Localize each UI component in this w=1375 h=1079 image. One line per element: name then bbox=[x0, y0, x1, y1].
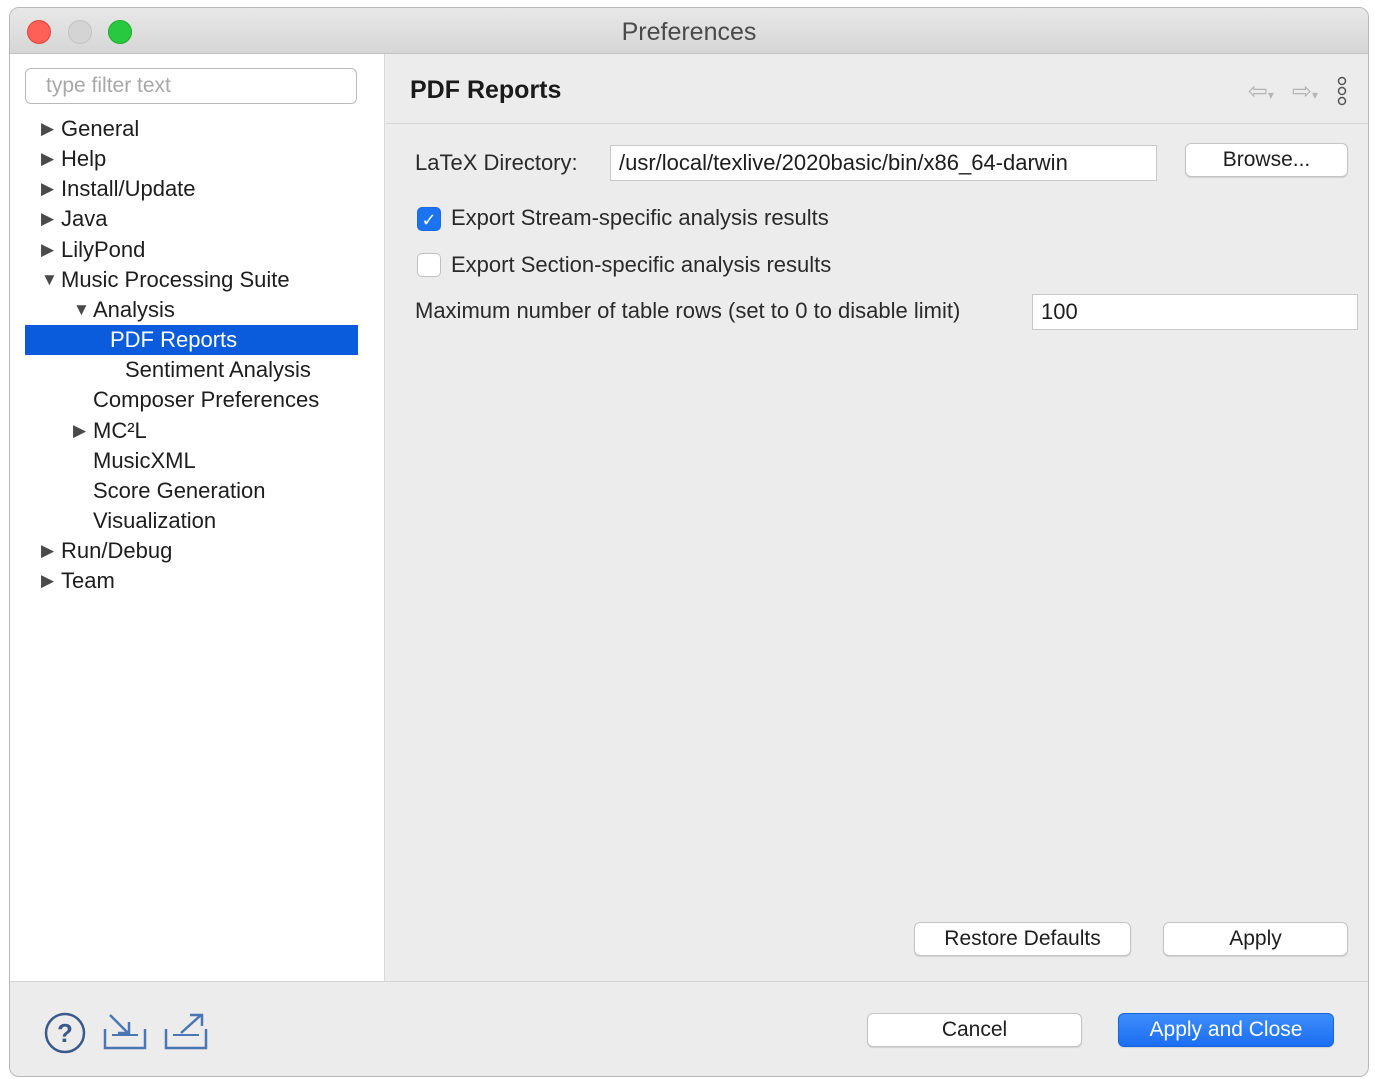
export-stream-checkbox[interactable]: ✓ bbox=[417, 207, 441, 231]
tree-item[interactable]: ▶ LilyPond bbox=[41, 235, 145, 265]
collapsed-arrow-icon[interactable]: ▶ bbox=[41, 204, 61, 234]
collapsed-arrow-icon[interactable]: ▶ bbox=[41, 566, 61, 596]
tree-item-label: MusicXML bbox=[93, 447, 196, 473]
expanded-arrow-icon[interactable]: ▼ bbox=[41, 265, 61, 295]
latex-directory-label: LaTeX Directory: bbox=[415, 150, 578, 175]
export-stream-label[interactable]: Export Stream-specific analysis results bbox=[451, 205, 829, 231]
collapsed-arrow-icon[interactable]: ▶ bbox=[41, 235, 61, 265]
apply-and-close-button[interactable]: Apply and Close bbox=[1118, 1013, 1334, 1047]
filter-input[interactable] bbox=[25, 68, 357, 104]
cancel-button[interactable]: Cancel bbox=[867, 1013, 1082, 1047]
export-section-label[interactable]: Export Section-specific analysis results bbox=[451, 252, 831, 278]
tree-item-label: LilyPond bbox=[61, 236, 146, 262]
tree-item-label: Install/Update bbox=[61, 176, 196, 202]
tree-item-label: Sentiment Analysis bbox=[125, 357, 311, 383]
page-header: PDF Reports ⇦▾ ⇨▾ bbox=[386, 54, 1368, 124]
tree-item[interactable]: ▶ Help bbox=[41, 144, 106, 174]
tree-item[interactable]: ▶ General bbox=[41, 114, 139, 144]
tree-item[interactable]: ▶ MC²L bbox=[73, 416, 147, 446]
tree-item[interactable]: Composer Preferences bbox=[73, 385, 319, 415]
import-icon[interactable] bbox=[102, 1011, 148, 1051]
tree-item[interactable]: ▼ Music Processing Suite bbox=[41, 265, 290, 295]
latex-directory-field[interactable] bbox=[610, 145, 1157, 181]
tree-item-label: MC²L bbox=[93, 417, 147, 443]
tree-item[interactable]: ▶ Run/Debug bbox=[41, 536, 172, 566]
tree-item-label: PDF Reports bbox=[110, 327, 238, 353]
tree-item-label: Analysis bbox=[93, 296, 175, 322]
tree-item-label: Java bbox=[61, 206, 108, 232]
restore-defaults-button[interactable]: Restore Defaults bbox=[914, 922, 1131, 956]
collapsed-arrow-icon[interactable]: ▶ bbox=[41, 536, 61, 566]
tree-item-label: Score Generation bbox=[93, 477, 266, 503]
preferences-window: Preferences ▶General▶Help▶Install/Update… bbox=[9, 7, 1369, 1077]
tree-item[interactable]: ▼ Analysis bbox=[73, 295, 175, 325]
expanded-arrow-icon[interactable]: ▼ bbox=[73, 295, 93, 325]
tree-item-label: Team bbox=[61, 568, 115, 594]
tree-item[interactable]: Visualization bbox=[73, 506, 216, 536]
export-section-checkbox[interactable] bbox=[417, 253, 441, 277]
apply-button[interactable]: Apply bbox=[1163, 922, 1348, 956]
footer-divider-left bbox=[10, 981, 386, 982]
tree-item[interactable]: PDF Reports bbox=[25, 325, 358, 356]
collapsed-arrow-icon[interactable]: ▶ bbox=[41, 144, 61, 174]
title-bar[interactable]: Preferences bbox=[10, 8, 1368, 54]
browse-button[interactable]: Browse... bbox=[1185, 143, 1348, 177]
view-menu-icon[interactable] bbox=[1336, 76, 1348, 106]
collapsed-arrow-icon[interactable]: ▶ bbox=[41, 174, 61, 204]
preferences-tree-pane: ▶General▶Help▶Install/Update▶Java▶LilyPo… bbox=[10, 54, 385, 981]
tree-item-label: Music Processing Suite bbox=[61, 266, 290, 292]
tree-item[interactable]: ▶ Java bbox=[41, 204, 107, 234]
max-rows-field[interactable] bbox=[1032, 294, 1358, 330]
help-icon[interactable]: ? bbox=[43, 1011, 87, 1055]
window-title: Preferences bbox=[621, 18, 757, 46]
tree-item[interactable]: MusicXML bbox=[73, 446, 196, 476]
tree-item[interactable]: ▶ Install/Update bbox=[41, 174, 196, 204]
collapsed-arrow-icon[interactable]: ▶ bbox=[73, 416, 93, 446]
max-rows-label: Maximum number of table rows (set to 0 t… bbox=[415, 298, 961, 323]
tree-item-label: Run/Debug bbox=[61, 538, 173, 564]
export-icon[interactable] bbox=[163, 1011, 209, 1051]
tree-item[interactable]: Score Generation bbox=[73, 476, 265, 506]
tree-item-label: Visualization bbox=[93, 507, 217, 533]
page-navigation: ⇦▾ ⇨▾ bbox=[1248, 76, 1348, 106]
tree-item-label: Help bbox=[61, 146, 107, 172]
collapsed-arrow-icon[interactable]: ▶ bbox=[41, 114, 61, 144]
tree-item-label: Composer Preferences bbox=[93, 387, 320, 413]
tree-item-label: General bbox=[61, 116, 140, 141]
svg-text:?: ? bbox=[57, 1018, 73, 1048]
tree-item[interactable]: ▶ Team bbox=[41, 566, 115, 596]
forward-arrow-icon[interactable]: ⇨▾ bbox=[1292, 77, 1318, 106]
back-arrow-icon[interactable]: ⇦▾ bbox=[1248, 77, 1274, 106]
tree-item[interactable]: Sentiment Analysis bbox=[105, 355, 311, 385]
page-title: PDF Reports bbox=[410, 76, 562, 104]
footer-divider bbox=[386, 981, 1368, 982]
